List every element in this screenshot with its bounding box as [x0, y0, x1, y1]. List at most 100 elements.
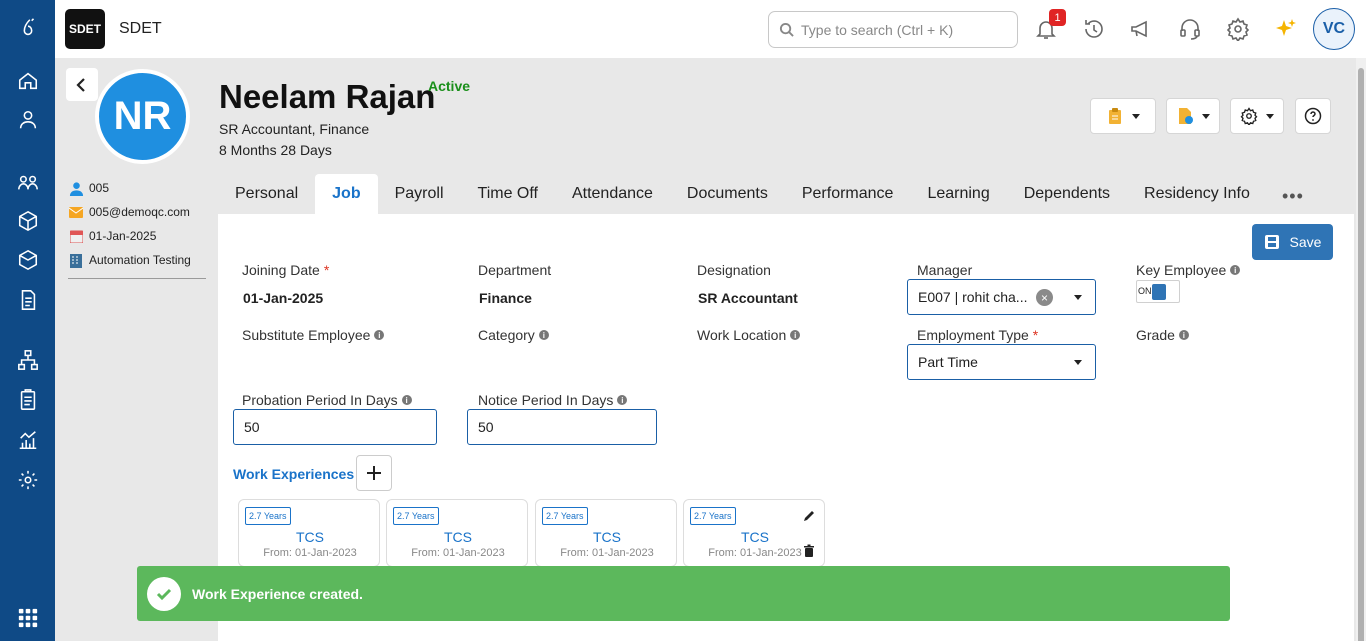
- tab-learning[interactable]: Learning: [910, 174, 1006, 214]
- info-email: 005@demoqc.com: [68, 200, 206, 224]
- edit-pencil-icon[interactable]: [802, 509, 816, 523]
- org-chart-icon[interactable]: [16, 348, 40, 372]
- building-icon: [68, 252, 84, 268]
- category-label: Category i: [478, 327, 549, 343]
- chevron-down-icon: [1074, 360, 1082, 365]
- tab-documents[interactable]: Documents: [670, 174, 785, 214]
- joining-date-label: Joining Date *: [242, 262, 330, 278]
- analytics-icon[interactable]: [16, 428, 40, 452]
- info-icon: i: [790, 330, 801, 340]
- designation-label: Designation: [697, 262, 771, 278]
- department-value: Finance: [479, 290, 532, 306]
- employment-type-label: Employment Type *: [917, 327, 1039, 343]
- employee-designation: SR Accountant, Finance: [219, 121, 370, 137]
- document-add-icon: [1179, 108, 1193, 124]
- work-experience-card[interactable]: 2.7 Years TCS From: 01-Jan-2023: [386, 499, 528, 567]
- employee-icon[interactable]: [16, 108, 40, 132]
- reports-icon[interactable]: [16, 388, 40, 412]
- left-nav-rail: [0, 0, 55, 641]
- clipboard-icon: [1109, 108, 1121, 124]
- help-icon: [1304, 107, 1322, 125]
- history-icon[interactable]: [1081, 16, 1107, 42]
- success-toast[interactable]: Work Experience created.: [137, 566, 1230, 621]
- tab-attendance[interactable]: Attendance: [555, 174, 670, 214]
- tab-dependents[interactable]: Dependents: [1007, 174, 1127, 214]
- manager-select[interactable]: E007 | rohit cha... ×: [907, 279, 1096, 315]
- global-search[interactable]: [768, 11, 1018, 48]
- tab-performance[interactable]: Performance: [785, 174, 911, 214]
- apps-grid-icon[interactable]: [16, 606, 40, 630]
- user-avatar[interactable]: VC: [1313, 8, 1355, 50]
- chevron-down-icon: [1074, 295, 1082, 300]
- team-icon[interactable]: [16, 170, 40, 194]
- work-experience-card[interactable]: 2.7 Years TCS From: 01-Jan-2023: [238, 499, 380, 567]
- designation-value: SR Accountant: [698, 290, 798, 306]
- experience-company: TCS: [593, 529, 621, 545]
- back-button[interactable]: [66, 68, 98, 101]
- employee-id-text: 005: [89, 181, 110, 195]
- support-headset-icon[interactable]: [1177, 16, 1203, 42]
- experience-company: TCS: [296, 529, 324, 545]
- chevron-down-icon: [1266, 113, 1274, 119]
- tab-personal[interactable]: Personal: [218, 174, 315, 214]
- megaphone-icon[interactable]: [1128, 16, 1154, 42]
- clipboard-menu-button[interactable]: [1090, 98, 1156, 134]
- more-tabs-button[interactable]: •••: [1282, 186, 1304, 207]
- key-employee-toggle[interactable]: ON: [1136, 280, 1180, 303]
- gear-icon[interactable]: [1225, 16, 1251, 42]
- info-icon: i: [1178, 330, 1189, 340]
- status-badge: Active: [428, 78, 471, 94]
- employment-type-value: Part Time: [918, 354, 978, 370]
- profile-tabs: Personal Job Payroll Time Off Attendance…: [218, 174, 1267, 214]
- experience-years-badge: 2.7 Years: [542, 507, 588, 525]
- plus-icon: [367, 466, 381, 480]
- home-icon[interactable]: [16, 69, 40, 93]
- document-menu-button[interactable]: [1166, 98, 1220, 134]
- package-settings-icon[interactable]: [16, 209, 40, 233]
- trash-icon[interactable]: [802, 544, 816, 558]
- info-company: Automation Testing: [68, 248, 206, 272]
- documents-icon[interactable]: [16, 288, 40, 312]
- info-icon: i: [401, 395, 412, 405]
- tab-residency-info[interactable]: Residency Info: [1127, 174, 1267, 214]
- ai-sparkle-icon[interactable]: [1273, 16, 1299, 42]
- email-text[interactable]: 005@demoqc.com: [89, 205, 190, 219]
- work-experiences-title: Work Experiences: [233, 466, 355, 482]
- calendar-icon: [68, 228, 84, 244]
- settings-icon[interactable]: [16, 468, 40, 492]
- assets-icon[interactable]: [16, 248, 40, 272]
- tab-payroll[interactable]: Payroll: [378, 174, 461, 214]
- employee-name: Neelam Rajan: [219, 78, 436, 115]
- key-employee-label: Key Employee i: [1136, 262, 1241, 278]
- help-button[interactable]: [1295, 98, 1331, 134]
- chevron-left-icon: [76, 77, 85, 92]
- page-scrollbar[interactable]: [1356, 58, 1366, 641]
- chevron-down-icon: [1202, 113, 1210, 119]
- experience-from: From: 01-Jan-2023: [411, 547, 505, 559]
- check-circle-icon: [147, 576, 181, 611]
- brand-logo-icon[interactable]: [16, 16, 40, 40]
- search-input[interactable]: [801, 20, 1001, 40]
- notice-input[interactable]: 50: [467, 409, 657, 445]
- experience-company: TCS: [444, 529, 472, 545]
- manager-select-value: E007 | rohit cha...: [918, 289, 1028, 305]
- experience-from: From: 01-Jan-2023: [560, 547, 654, 559]
- employee-tenure: 8 Months 28 Days: [219, 142, 332, 158]
- settings-menu-button[interactable]: [1230, 98, 1284, 134]
- scrollbar-thumb[interactable]: [1358, 68, 1364, 641]
- employee-info-list: 005 005@demoqc.com 01-Jan-2025 Automatio…: [68, 176, 206, 279]
- probation-input[interactable]: 50: [233, 409, 437, 445]
- add-work-experience-button[interactable]: [356, 455, 392, 491]
- save-button[interactable]: Save: [1252, 224, 1333, 260]
- work-experience-card[interactable]: 2.7 Years TCS From: 01-Jan-2023: [535, 499, 677, 567]
- toggle-state-text: ON: [1138, 286, 1152, 296]
- app-name: SDET: [119, 20, 162, 37]
- tab-job[interactable]: Job: [315, 174, 378, 214]
- clear-icon[interactable]: ×: [1036, 289, 1053, 306]
- employment-type-select[interactable]: Part Time: [907, 344, 1096, 380]
- gear-icon: [1240, 107, 1258, 125]
- company-logo[interactable]: SDET: [65, 9, 105, 49]
- search-icon: [779, 22, 794, 37]
- work-experience-card[interactable]: 2.7 Years TCS From: 01-Jan-2023: [683, 499, 825, 567]
- tab-time-off[interactable]: Time Off: [461, 174, 555, 214]
